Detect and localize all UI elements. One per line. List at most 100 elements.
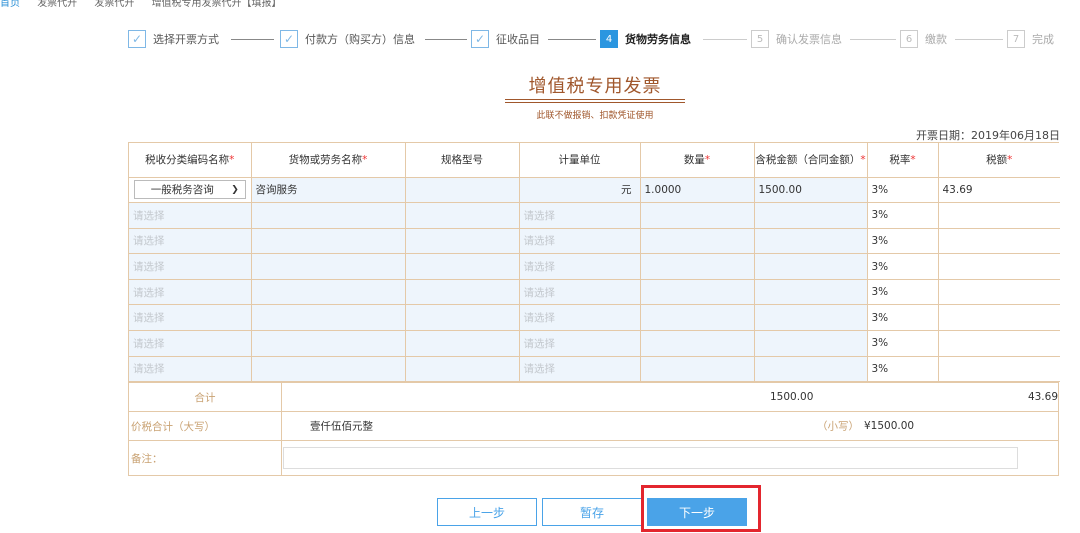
category-select[interactable]: 请选择: [129, 278, 252, 306]
step-label: 付款方（购买方）信息: [305, 33, 415, 46]
title-underline: [505, 99, 685, 100]
quantity-input[interactable]: [639, 278, 755, 306]
goods-name-input[interactable]: [250, 227, 406, 255]
category-select-cell: 一般税务咨询 ❯: [129, 176, 252, 204]
total-values: 1500.00 43.69: [282, 383, 1058, 411]
category-select[interactable]: 请选择: [129, 253, 252, 280]
step-1: ✓ 选择开票方式: [128, 29, 219, 49]
spec-input[interactable]: [404, 227, 520, 255]
amount-input[interactable]: [753, 278, 868, 306]
step-label: 选择开票方式: [153, 33, 219, 46]
remark-cell: [282, 441, 1058, 475]
spec-input[interactable]: [404, 355, 520, 383]
grand-total-values: 壹仟伍佰元整 （小写） ¥1500.00: [282, 412, 1058, 440]
unit-select[interactable]: 请选择: [518, 227, 641, 255]
tax-rate: 3%: [866, 227, 939, 255]
category-select[interactable]: 请选择: [129, 202, 252, 229]
quantity-input[interactable]: [639, 330, 755, 357]
spec-input[interactable]: [404, 176, 520, 204]
quantity-input[interactable]: [639, 253, 755, 280]
total-tax: 43.69: [1027, 391, 1058, 404]
tax-amount: [937, 278, 1060, 306]
tax-amount: [937, 227, 1060, 255]
amount-input[interactable]: [753, 355, 868, 383]
amount-input[interactable]: [753, 330, 868, 357]
unit-select[interactable]: 请选择: [518, 278, 641, 306]
step-number: 6: [900, 30, 918, 48]
goods-name-input[interactable]: [250, 330, 406, 357]
breadcrumb: 首页 发票代开 发票代开 增值税专用发票代开【填报】: [0, 0, 1080, 9]
spec-input[interactable]: [404, 304, 520, 332]
step-4: 4 货物劳务信息: [600, 29, 691, 49]
amount-input[interactable]: 1500.00: [753, 176, 868, 204]
category-select[interactable]: 请选择: [129, 304, 252, 332]
remark-row: 备注：: [129, 440, 1058, 476]
spec-input[interactable]: [404, 253, 520, 280]
invoice-form: 税收分类编码名称* 货物或劳务名称* 规格型号 计量单位 数量* 含税金额（合同…: [128, 142, 1060, 477]
tax-rate: 3%: [866, 202, 939, 229]
tax-amount: [937, 253, 1060, 280]
invoice-date: 开票日期：2019年06月18日: [916, 129, 1060, 142]
amount-input[interactable]: [753, 304, 868, 332]
step-5: 5 确认发票信息: [751, 29, 842, 49]
quantity-input[interactable]: 1.0000: [639, 176, 755, 204]
step-connector: [850, 39, 896, 40]
tax-amount: [937, 330, 1060, 357]
step-number: 7: [1007, 30, 1025, 48]
invoice-subtitle: 此联不做报销、扣款凭证使用: [536, 111, 654, 121]
goods-name-input[interactable]: [250, 278, 406, 306]
quantity-input[interactable]: [639, 355, 755, 383]
remark-input[interactable]: [283, 447, 1018, 470]
prev-button[interactable]: 上一步: [437, 498, 537, 526]
category-select[interactable]: 请选择: [129, 330, 252, 357]
step-label: 完成: [1032, 33, 1054, 46]
grand-total-small: ¥1500.00: [864, 420, 915, 433]
tax-rate: 3%: [866, 278, 939, 306]
unit-select[interactable]: 请选择: [518, 304, 641, 332]
total-row: 合计 1500.00 43.69: [129, 382, 1058, 412]
amount-input[interactable]: [753, 202, 868, 229]
goods-name-input[interactable]: [250, 355, 406, 383]
quantity-input[interactable]: [639, 304, 755, 332]
unit-select[interactable]: 请选择: [518, 355, 641, 383]
spec-input[interactable]: [404, 278, 520, 306]
spec-input[interactable]: [404, 202, 520, 229]
unit-select[interactable]: 请选择: [518, 253, 641, 280]
quantity-input[interactable]: [639, 202, 755, 229]
tax-rate: 3%: [866, 304, 939, 332]
unit-select[interactable]: 请选择: [518, 202, 641, 229]
category-select[interactable]: 请选择: [129, 355, 252, 383]
goods-name-input[interactable]: [250, 253, 406, 280]
save-draft-button[interactable]: 暂存: [542, 498, 642, 526]
goods-name-input[interactable]: 咨询服务: [250, 176, 406, 204]
spec-input[interactable]: [404, 330, 520, 357]
col-header: 税收分类编码名称*: [129, 143, 252, 178]
table-row: 一般税务咨询 ❯ 咨询服务 元 1.0000 1500.00 3% 43.69: [129, 176, 1060, 204]
check-icon: ✓: [280, 30, 298, 48]
table-header: 税收分类编码名称* 货物或劳务名称* 规格型号 计量单位 数量* 含税金额（合同…: [129, 143, 1060, 178]
breadcrumb-item[interactable]: 发票代开: [94, 0, 134, 9]
amount-input[interactable]: [753, 227, 868, 255]
col-header: 税率*: [866, 143, 939, 178]
col-header: 含税金额（合同金额）*: [753, 143, 868, 178]
remark-label: 备注：: [129, 441, 282, 476]
amount-input[interactable]: [753, 253, 868, 280]
breadcrumb-item[interactable]: 发票代开: [37, 0, 77, 9]
breadcrumb-home[interactable]: 首页: [0, 0, 20, 9]
unit-select[interactable]: 元: [518, 176, 641, 204]
unit-select[interactable]: 请选择: [518, 330, 641, 357]
grand-total-label: 价税合计（大写）: [129, 412, 282, 441]
step-connector: [703, 39, 747, 40]
quantity-input[interactable]: [639, 227, 755, 255]
category-select[interactable]: 一般税务咨询 ❯: [133, 180, 246, 200]
table-row: 请选择 请选择 3%: [129, 304, 1060, 332]
goods-name-input[interactable]: [250, 304, 406, 332]
step-label: 确认发票信息: [776, 33, 842, 46]
tax-amount: 43.69: [937, 176, 1060, 204]
tax-amount: [937, 202, 1060, 229]
tax-rate: 3%: [866, 355, 939, 383]
table-row: 请选择 请选择 3%: [129, 278, 1060, 306]
invoice-title: 增值税专用发票: [528, 76, 662, 97]
goods-name-input[interactable]: [250, 202, 406, 229]
category-select[interactable]: 请选择: [129, 227, 252, 255]
